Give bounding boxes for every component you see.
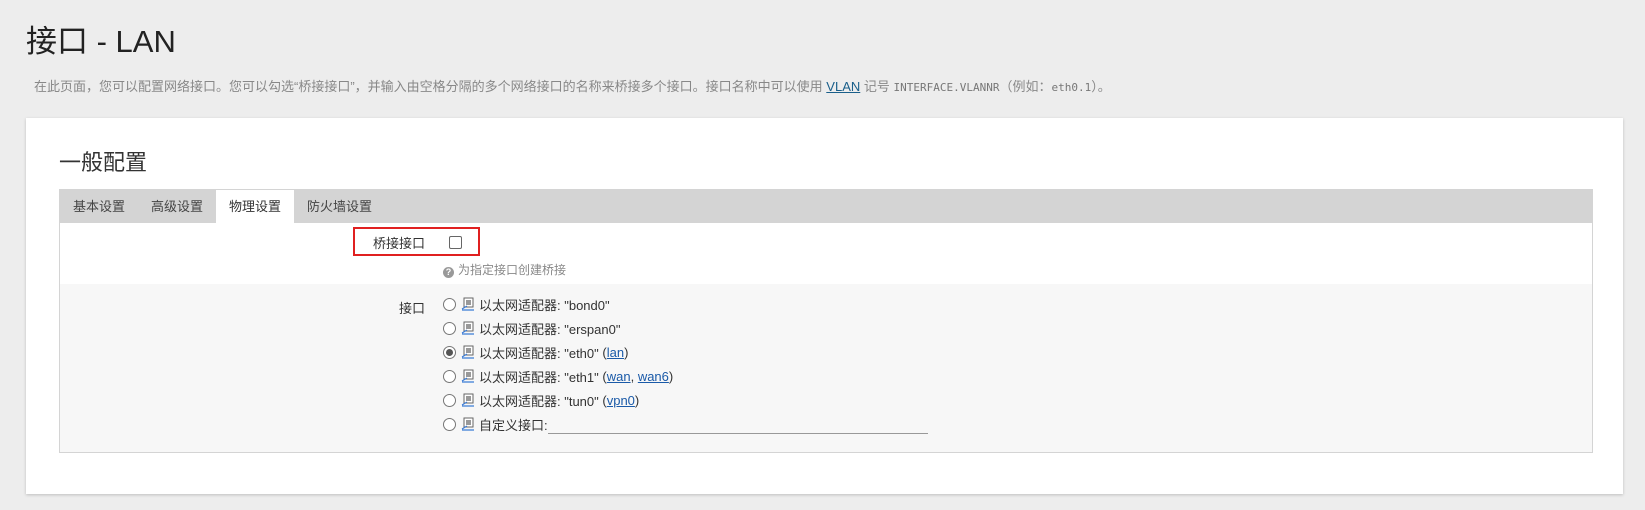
option-text: 以太网适配器: "erspan0" bbox=[479, 321, 621, 337]
ethernet-icon bbox=[461, 321, 474, 335]
interface-option-tun0[interactable]: 以太网适配器: "tun0" (vpn0) bbox=[443, 390, 639, 410]
vlan-link[interactable]: VLAN bbox=[826, 79, 860, 94]
tab-physical[interactable]: 物理设置 bbox=[216, 190, 295, 223]
radio-bond0[interactable] bbox=[443, 297, 456, 311]
interface-option-eth0[interactable]: 以太网适配器: "eth0" (lan) bbox=[443, 342, 628, 362]
interface-option-bond0[interactable]: 以太网适配器: "bond0" bbox=[443, 294, 610, 314]
page-description: 在此页面，您可以配置网络接口。您可以勾选“桥接接口”，并输入由空格分隔的多个网络… bbox=[34, 78, 1111, 97]
ethernet-icon bbox=[461, 345, 474, 359]
link-lan[interactable]: lan bbox=[607, 345, 624, 360]
page-title: 接口 - LAN bbox=[26, 24, 176, 59]
desc-text-4: ）。 bbox=[1091, 79, 1111, 94]
tab-container: 基本设置 高级设置 物理设置 防火墙设置 桥接接口 ? 为指定接口创建桥接 接口 … bbox=[59, 189, 1593, 453]
link-vpn0[interactable]: vpn0 bbox=[607, 393, 635, 408]
desc-text-3: （例如： bbox=[999, 79, 1052, 94]
tab-bar: 基本设置 高级设置 物理设置 防火墙设置 bbox=[60, 190, 1592, 223]
interface-option-eth1[interactable]: 以太网适配器: "eth1" (wan, wan6) bbox=[443, 366, 673, 386]
bridge-hint-text: 为指定接口创建桥接 bbox=[458, 263, 567, 277]
bridge-checkbox[interactable] bbox=[449, 236, 462, 249]
option-text: 以太网适配器: "eth0" bbox=[479, 345, 599, 361]
desc-text-1: 在此页面，您可以配置网络接口。您可以勾选“桥接接口”，并输入由空格分隔的多个网络… bbox=[34, 79, 823, 94]
ethernet-icon bbox=[461, 297, 474, 311]
custom-interface-label: 自定义接口: bbox=[479, 417, 548, 433]
interface-row: 接口 以太网适配器: "bond0" 以太网适配器: "erspan0" 以太网… bbox=[60, 284, 1592, 452]
ethernet-icon bbox=[461, 417, 474, 431]
desc-text-2: 记号 bbox=[863, 79, 890, 94]
option-text: 以太网适配器: "tun0" bbox=[479, 393, 599, 409]
bridge-hint: ? 为指定接口创建桥接 bbox=[443, 261, 566, 278]
bridge-label: 桥接接口 bbox=[372, 236, 425, 251]
tab-firewall[interactable]: 防火墙设置 bbox=[294, 190, 385, 223]
tab-basic[interactable]: 基本设置 bbox=[60, 190, 138, 223]
bridge-row: 桥接接口 ? 为指定接口创建桥接 bbox=[60, 223, 1592, 284]
ethernet-icon bbox=[461, 369, 474, 383]
tab-advanced[interactable]: 高级设置 bbox=[138, 190, 216, 223]
option-text: 以太网适配器: "eth1" bbox=[479, 369, 599, 385]
radio-custom[interactable] bbox=[443, 417, 456, 431]
radio-eth0[interactable] bbox=[443, 345, 456, 359]
help-icon: ? bbox=[443, 267, 454, 278]
radio-erspan0[interactable] bbox=[443, 321, 456, 335]
desc-code-1: INTERFACE.VLANNR bbox=[893, 81, 1000, 94]
desc-code-2: eth0.1 bbox=[1051, 81, 1092, 94]
link-wan6[interactable]: wan6 bbox=[638, 369, 669, 384]
general-config-panel: 一般配置 基本设置 高级设置 物理设置 防火墙设置 桥接接口 ? 为指定接口创建桥… bbox=[26, 118, 1623, 494]
interface-option-erspan0[interactable]: 以太网适配器: "erspan0" bbox=[443, 318, 620, 338]
interface-option-custom[interactable]: 自定义接口: bbox=[443, 414, 928, 434]
interface-label: 接口 bbox=[398, 301, 425, 316]
section-title: 一般配置 bbox=[59, 150, 148, 175]
link-wan[interactable]: wan bbox=[607, 369, 631, 384]
ethernet-icon bbox=[461, 393, 474, 407]
radio-tun0[interactable] bbox=[443, 393, 456, 407]
option-text: 以太网适配器: "bond0" bbox=[479, 297, 610, 313]
custom-interface-input[interactable] bbox=[547, 414, 928, 434]
radio-eth1[interactable] bbox=[443, 369, 456, 383]
